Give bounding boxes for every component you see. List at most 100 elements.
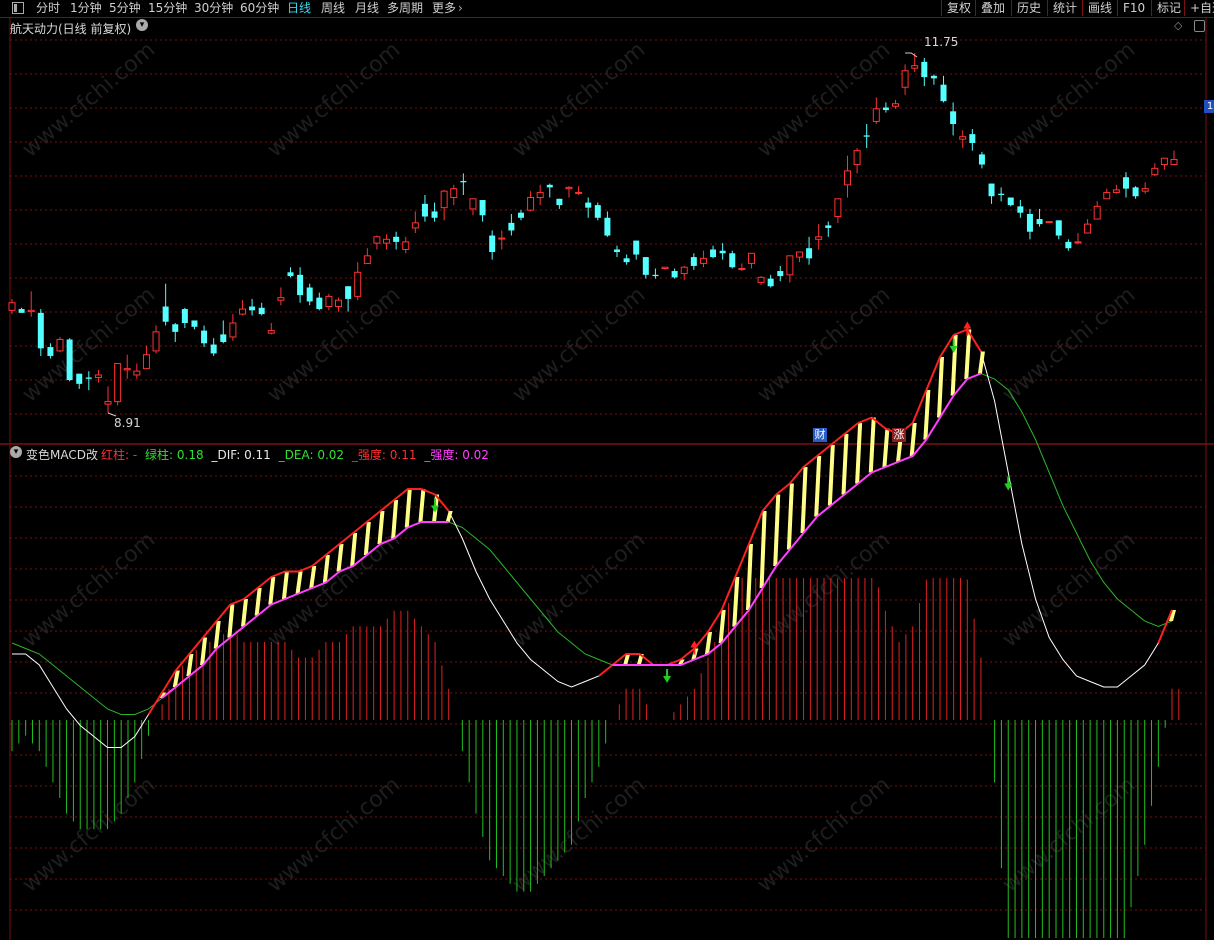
- candle-body-up: [786, 255, 794, 276]
- tab-multi-period[interactable]: 多周期: [387, 0, 423, 16]
- strength-line-red: [215, 603, 232, 622]
- expand-icon[interactable]: [1194, 20, 1205, 32]
- strength-line-red: [270, 570, 286, 578]
- chevron-down-icon[interactable]: ▾: [10, 446, 22, 458]
- candle-body-up: [94, 374, 102, 379]
- strength-bar: [868, 417, 876, 473]
- panel-toggle-icon[interactable]: [12, 2, 24, 14]
- legend-strength-red-name: _强度:: [351, 448, 386, 462]
- watermark-text: www.cfchi.com: [998, 527, 1140, 652]
- candle-body-down: [1007, 197, 1014, 206]
- kline-chart[interactable]: www.cfchi.com www.cfchi.com www.cfchi.com w…: [0, 18, 1214, 940]
- strength-line-red: [857, 416, 873, 424]
- candle-body-down: [546, 184, 553, 188]
- f10-button[interactable]: F10: [1117, 0, 1150, 16]
- tab-fenshi[interactable]: 分时: [36, 0, 60, 16]
- candle-body-down: [393, 236, 400, 242]
- candle-body-down: [172, 324, 179, 332]
- candle-body-up: [1141, 188, 1149, 192]
- strength-line-red: [748, 510, 764, 545]
- candle-body-up: [757, 276, 765, 283]
- candle-body-down: [210, 344, 217, 354]
- strength-line-red: [911, 389, 928, 424]
- candle-body-down: [287, 272, 294, 277]
- candle-body-down: [614, 249, 621, 253]
- strength-bar: [281, 571, 289, 599]
- strength-bar: [268, 577, 276, 605]
- tab-weekly[interactable]: 周线: [321, 0, 345, 16]
- candle-body-down: [421, 203, 428, 217]
- strength-line-red: [229, 598, 245, 606]
- candle-body-up: [536, 191, 544, 199]
- chevron-down-icon[interactable]: ▾: [136, 19, 148, 31]
- high-pointer: [905, 52, 918, 58]
- watermark-text: www.cfchi.com: [263, 282, 405, 407]
- overlay-button[interactable]: 叠加: [975, 0, 1010, 16]
- tab-30min[interactable]: 30分钟: [194, 0, 233, 16]
- tab-60min[interactable]: 60分钟: [240, 0, 279, 16]
- strength-line-red: [734, 543, 750, 578]
- tab-daily[interactable]: 日线: [287, 0, 311, 16]
- strength-line-red: [379, 499, 395, 512]
- strength-bar: [418, 489, 426, 522]
- candle-body-down: [671, 271, 678, 278]
- candle-body-down: [517, 212, 524, 218]
- stats-button[interactable]: 统计: [1047, 0, 1082, 16]
- candle-body-up: [277, 297, 285, 301]
- fuquan-button[interactable]: 复权: [941, 0, 976, 16]
- strength-bar: [254, 588, 262, 616]
- candle-body-down: [710, 249, 717, 258]
- candle-body-up: [565, 186, 573, 190]
- finance-event-marker[interactable]: 财: [813, 428, 827, 442]
- watermark-text: www.cfchi.com: [263, 37, 405, 162]
- legend-strength-magenta-name: _强度:: [424, 448, 459, 462]
- draw-button[interactable]: 画线: [1082, 0, 1117, 16]
- legend-green-bar-value: 0.18: [176, 448, 204, 462]
- history-button[interactable]: 历史: [1011, 0, 1046, 16]
- strength-line-red: [953, 328, 968, 336]
- candle-body-down: [690, 257, 697, 266]
- candle-body-down: [940, 84, 947, 102]
- tab-1min[interactable]: 1分钟: [70, 0, 102, 16]
- watermark-layer: www.cfchi.com www.cfchi.com www.cfchi.com w…: [18, 37, 1140, 897]
- candle-body-down: [633, 240, 640, 255]
- mark-button[interactable]: 标记: [1151, 0, 1186, 16]
- tab-monthly[interactable]: 月线: [355, 0, 379, 16]
- diamond-icon[interactable]: ◇: [1174, 19, 1182, 32]
- candle-body-down: [1132, 187, 1139, 197]
- watermark-text: www.cfchi.com: [508, 772, 650, 897]
- tab-5min[interactable]: 5分钟: [109, 0, 141, 16]
- candle-body-up: [133, 370, 141, 376]
- strength-bar: [773, 494, 781, 566]
- limit-up-event-marker[interactable]: 涨: [892, 428, 906, 442]
- strength-bar: [227, 604, 235, 638]
- candle-body-down: [191, 320, 198, 327]
- chevron-right-icon[interactable]: ›: [458, 0, 463, 16]
- tab-more[interactable]: 更多: [432, 0, 456, 16]
- candle-body-up: [8, 302, 16, 311]
- price-panel-title: 航天动力(日线 前复权): [10, 22, 132, 36]
- strength-line-red: [325, 543, 341, 556]
- watermark-text: www.cfchi.com: [508, 37, 650, 162]
- candle-body-up: [853, 150, 861, 166]
- candle-body-up: [1093, 205, 1101, 220]
- candle-body-down: [460, 181, 467, 183]
- candle-body-up: [383, 238, 391, 244]
- strength-bar: [923, 390, 931, 440]
- strength-bar: [295, 571, 303, 594]
- candle-body-up: [325, 295, 333, 308]
- watermark-text: www.cfchi.com: [753, 282, 895, 407]
- side-badge: 1: [1204, 100, 1214, 113]
- strength-bar: [827, 445, 835, 506]
- candle-body-down: [181, 309, 188, 323]
- legend-dif-value: 0.11: [244, 448, 271, 462]
- watermark-text: www.cfchi.com: [753, 37, 895, 162]
- add-watchlist-button[interactable]: +自选: [1184, 0, 1214, 16]
- candlestick-series: [8, 52, 1178, 417]
- tab-15min[interactable]: 15分钟: [148, 0, 187, 16]
- candle-body-up: [843, 170, 851, 186]
- candle-body-down: [585, 202, 592, 208]
- period-toolbar: 分时 1分钟 5分钟 15分钟 30分钟 60分钟 日线 周线 月线 多周期 更…: [0, 0, 1214, 18]
- candle-body-up: [901, 70, 909, 88]
- candle-body-down: [806, 248, 813, 259]
